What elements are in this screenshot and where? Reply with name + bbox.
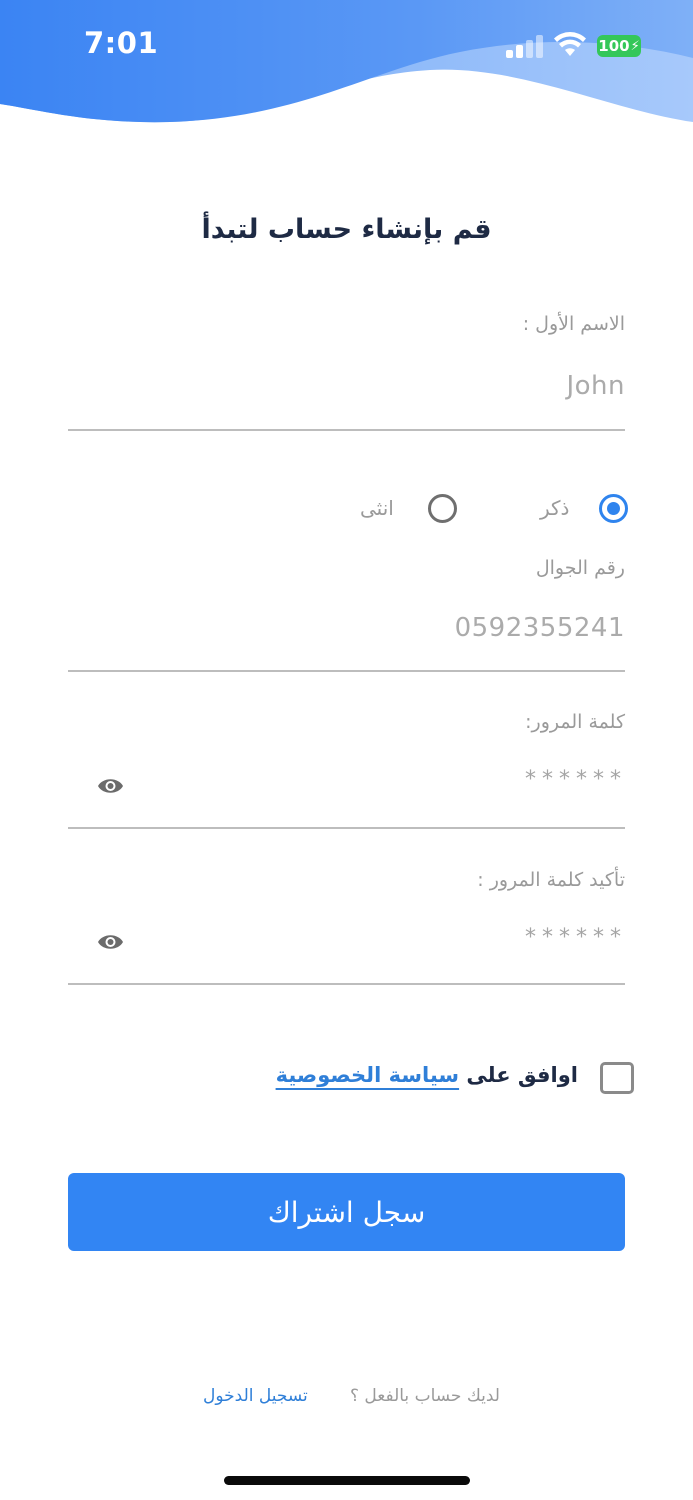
login-link[interactable]: تسجيل الدخول [203, 1386, 308, 1406]
eye-icon[interactable] [97, 932, 124, 952]
password-underline [68, 827, 625, 829]
confirm-password-underline [68, 983, 625, 985]
home-indicator [224, 1476, 470, 1485]
privacy-policy-link[interactable]: سياسة الخصوصية [276, 1063, 459, 1087]
mobile-input[interactable]: 0592355241 [455, 613, 625, 643]
agree-prefix: اوافق على [466, 1063, 578, 1087]
confirm-password-input[interactable]: ****** [525, 925, 627, 950]
signal-icon [506, 34, 543, 58]
first-name-input[interactable]: John [566, 371, 625, 401]
female-radio[interactable] [428, 494, 457, 523]
male-label: ذكر [540, 496, 570, 520]
signup-button[interactable]: سجل اشتراك [68, 1173, 625, 1251]
confirm-password-label: تأكيد كلمة المرور : [477, 869, 625, 891]
first-name-underline [68, 429, 625, 431]
battery-level: 100 [598, 37, 630, 55]
eye-icon[interactable] [97, 776, 124, 796]
password-label: كلمة المرور: [525, 711, 625, 733]
mobile-label: رقم الجوال [535, 557, 625, 579]
header-wave-background [0, 0, 693, 123]
agree-checkbox[interactable] [600, 1062, 634, 1094]
password-input[interactable]: ****** [525, 767, 627, 792]
status-time: 7:01 [84, 26, 159, 60]
wifi-icon [554, 32, 586, 56]
first-name-label: الاسم الأول : [522, 313, 625, 335]
page-title: قم بإنشاء حساب لتبدأ [201, 214, 492, 245]
female-label: انثى [360, 496, 394, 520]
battery-icon: 100 ⚡ [597, 35, 641, 57]
mobile-underline [68, 670, 625, 672]
have-account-text: لديك حساب بالفعل ؟ [349, 1386, 500, 1406]
agree-text: اوافق على سياسة الخصوصية [276, 1063, 578, 1087]
male-radio[interactable] [599, 494, 628, 523]
